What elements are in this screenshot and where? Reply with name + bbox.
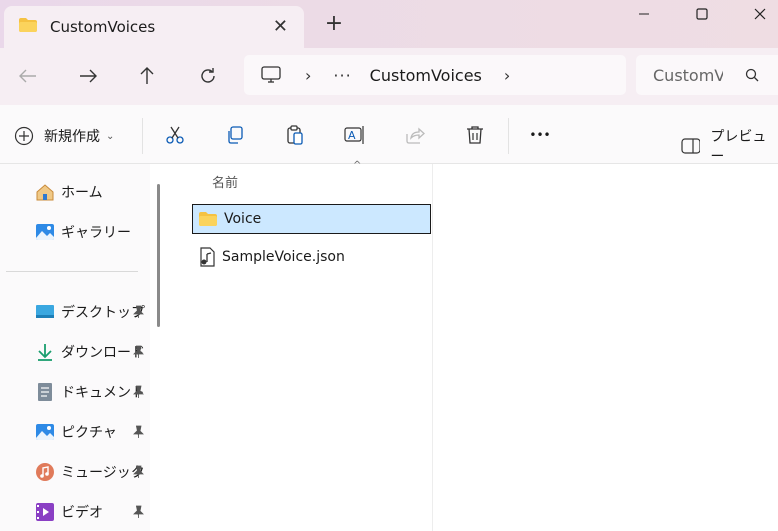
more-icon: ••• bbox=[529, 128, 551, 142]
sidebar-item-label: ホーム bbox=[61, 185, 103, 201]
sidebar-item-videos[interactable]: ビデオ bbox=[35, 500, 103, 524]
paste-button[interactable] bbox=[283, 124, 307, 146]
folder-icon bbox=[198, 211, 218, 227]
refresh-icon bbox=[201, 68, 215, 83]
sidebar-item-label: ピクチャ bbox=[61, 425, 117, 441]
music-icon bbox=[36, 463, 54, 481]
share-button[interactable] bbox=[403, 124, 427, 146]
documents-icon bbox=[38, 383, 52, 401]
sidebar-item-music[interactable]: ミュージック bbox=[35, 460, 145, 484]
gallery-icon bbox=[36, 224, 54, 240]
search-input[interactable] bbox=[653, 65, 723, 85]
copy-icon bbox=[228, 126, 243, 144]
tab-customvoices[interactable]: CustomVoices ✕ bbox=[4, 6, 304, 48]
search-box[interactable] bbox=[636, 55, 778, 95]
minimize-icon bbox=[639, 13, 649, 15]
videos-icon bbox=[36, 503, 54, 521]
sidebar-item-label: ビデオ bbox=[61, 505, 103, 521]
tab-close-button[interactable]: ✕ bbox=[273, 16, 288, 37]
rename-button[interactable]: A bbox=[343, 124, 367, 146]
share-icon bbox=[406, 127, 425, 144]
up-button[interactable] bbox=[135, 66, 159, 86]
pin-icon[interactable] bbox=[132, 345, 144, 362]
new-button-label: 新規作成 bbox=[44, 129, 100, 145]
sidebar-scrollbar[interactable] bbox=[157, 184, 160, 327]
pin-icon[interactable] bbox=[132, 465, 144, 482]
sidebar-divider bbox=[6, 271, 138, 272]
svg-text:A: A bbox=[348, 129, 356, 142]
breadcrumb-overflow[interactable]: ··· bbox=[333, 66, 351, 85]
sidebar-item-home[interactable]: ホーム bbox=[35, 180, 103, 204]
up-arrow-icon bbox=[140, 67, 154, 84]
chevron-down-icon: ⌄ bbox=[106, 130, 115, 142]
forward-arrow-icon bbox=[80, 69, 97, 83]
new-tab-button[interactable]: + bbox=[322, 12, 346, 36]
close-button[interactable] bbox=[748, 4, 772, 24]
search-icon[interactable] bbox=[745, 68, 759, 82]
paste-icon bbox=[287, 125, 303, 145]
file-name: Voice bbox=[224, 211, 262, 227]
breadcrumb-separator[interactable]: › bbox=[305, 66, 311, 85]
delete-button[interactable] bbox=[463, 124, 487, 146]
breadcrumb-customvoices[interactable]: CustomVoices bbox=[370, 66, 482, 85]
maximize-button[interactable] bbox=[690, 4, 714, 24]
preview-pane-icon bbox=[681, 138, 701, 154]
sidebar-item-downloads[interactable]: ダウンロード bbox=[35, 340, 145, 364]
home-icon bbox=[36, 184, 54, 201]
json-file-icon bbox=[198, 247, 216, 267]
plus-circle-icon bbox=[14, 126, 34, 146]
new-button[interactable]: 新規作成 ⌄ bbox=[14, 124, 114, 148]
pictures-icon bbox=[36, 424, 54, 440]
address-bar[interactable]: › ··· CustomVoices › bbox=[244, 55, 626, 95]
tab-title: CustomVoices bbox=[50, 18, 156, 36]
sidebar-item-desktop[interactable]: デスクトップ bbox=[35, 300, 145, 324]
pin-icon[interactable] bbox=[132, 425, 144, 442]
sidebar-item-documents[interactable]: ドキュメント bbox=[35, 380, 145, 404]
toolbar-divider bbox=[508, 118, 509, 154]
desktop-icon bbox=[36, 305, 54, 318]
column-separator[interactable] bbox=[432, 164, 433, 531]
close-icon bbox=[754, 8, 766, 20]
download-icon bbox=[38, 344, 52, 361]
rename-icon: A bbox=[344, 126, 364, 144]
back-arrow-icon bbox=[19, 69, 36, 83]
pin-icon[interactable] bbox=[132, 305, 144, 322]
minimize-button[interactable] bbox=[632, 4, 656, 24]
sidebar-item-gallery[interactable]: ギャラリー bbox=[35, 220, 131, 244]
pin-icon[interactable] bbox=[132, 505, 144, 522]
file-row-voice[interactable]: Voice bbox=[192, 204, 431, 234]
delete-icon bbox=[467, 126, 483, 144]
folder-icon bbox=[18, 17, 38, 37]
more-button[interactable]: ••• bbox=[527, 124, 553, 146]
file-name: SampleVoice.json bbox=[222, 249, 345, 265]
maximize-icon bbox=[696, 8, 708, 20]
breadcrumb-separator[interactable]: › bbox=[504, 66, 510, 85]
sort-caret-icon: ^ bbox=[353, 160, 362, 171]
pin-icon[interactable] bbox=[132, 385, 144, 402]
file-row-samplevoice[interactable]: SampleVoice.json bbox=[192, 242, 431, 272]
copy-button[interactable] bbox=[223, 124, 247, 146]
toolbar-divider bbox=[142, 118, 143, 154]
command-bar bbox=[0, 105, 778, 164]
sidebar-item-pictures[interactable]: ピクチャ bbox=[35, 420, 117, 444]
refresh-button[interactable] bbox=[196, 66, 220, 86]
back-button[interactable] bbox=[16, 66, 40, 86]
preview-label: プレビュー bbox=[710, 129, 767, 165]
sidebar-item-label: ギャラリー bbox=[61, 225, 131, 241]
forward-button[interactable] bbox=[76, 66, 100, 86]
cut-button[interactable] bbox=[163, 124, 187, 146]
this-pc-icon[interactable] bbox=[261, 66, 281, 84]
cut-icon bbox=[166, 126, 184, 144]
preview-button[interactable]: プレビュー bbox=[681, 126, 778, 166]
column-header-name[interactable]: 名前 bbox=[212, 172, 238, 191]
